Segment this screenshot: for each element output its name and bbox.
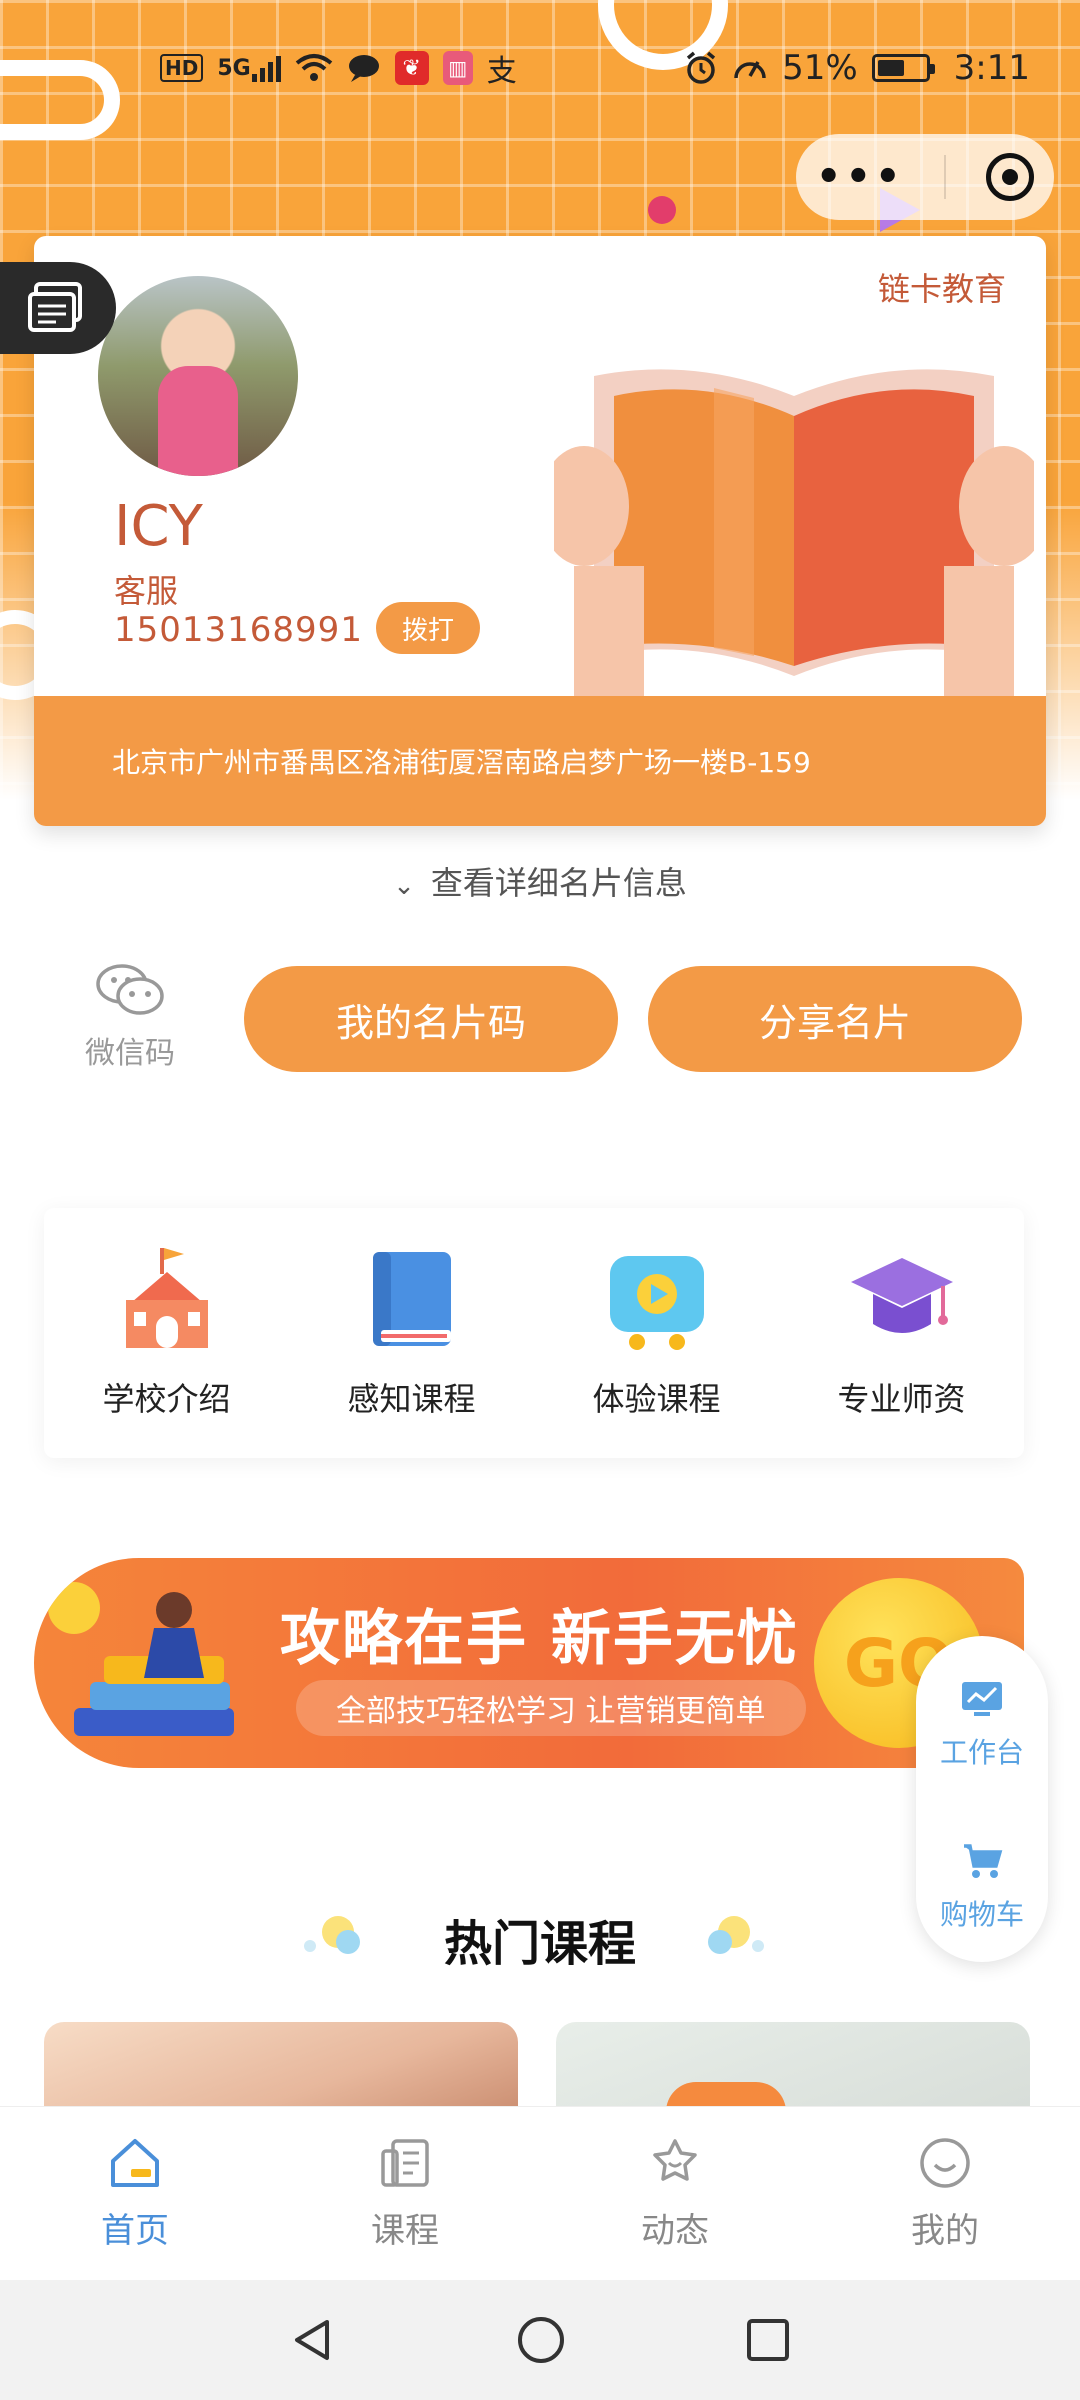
quick-menu-perception-course[interactable]: 感知课程 — [302, 1244, 522, 1420]
quick-menu-label: 体验课程 — [592, 1380, 721, 1418]
tab-courses[interactable]: 课程 — [305, 2135, 505, 2252]
video-play-icon — [609, 1256, 704, 1350]
decorative-dot — [648, 196, 676, 224]
quick-menu: 学校介绍 感知课程 体验课程 专业师资 — [44, 1208, 1024, 1458]
quick-menu-label: 专业师资 — [837, 1380, 966, 1418]
tab-label: 我的 — [911, 2211, 979, 2251]
open-book-illustration — [554, 369, 1034, 696]
share-card-button[interactable]: 分享名片 — [648, 966, 1022, 1072]
banner-title: 攻略在手 新手无忧 — [280, 1604, 799, 1674]
status-right-icons: 51% 3:11 — [684, 48, 1030, 88]
avatar[interactable] — [98, 276, 298, 476]
tab-activity[interactable]: 动态 — [575, 2135, 775, 2252]
quick-menu-trial-course[interactable]: 体验课程 — [547, 1244, 767, 1420]
quick-menu-teachers[interactable]: 专业师资 — [792, 1244, 1012, 1420]
book-icon — [372, 1252, 451, 1346]
wechat-code-button[interactable]: 微信码 — [70, 962, 190, 1072]
course-icon — [381, 2139, 429, 2187]
battery-percent: 51% — [782, 48, 858, 88]
signal-label: 5G — [217, 55, 251, 81]
promo-banner[interactable]: 攻略在手 新手无忧 全部技巧轻松学习 让营销更简单 GO — [34, 1558, 1024, 1768]
card-address: 北京市广州市番禺区洛浦街厦滘南路启梦广场一楼B-159 — [34, 696, 1046, 826]
card-role: 客服 — [114, 572, 179, 610]
more-options-button[interactable]: ••• — [816, 157, 905, 197]
recents-square-icon[interactable] — [745, 2317, 791, 2363]
home-icon — [111, 2139, 159, 2187]
system-nav-bar — [0, 2280, 1080, 2400]
status-time: 3:11 — [953, 48, 1030, 88]
reader-app-icon: ▥ — [442, 51, 473, 85]
capsule-divider — [944, 155, 947, 199]
app-notification-icon: ❦ — [394, 51, 429, 85]
wechat-icon — [96, 964, 164, 1015]
chat-list-icon — [28, 282, 82, 332]
tab-label: 动态 — [641, 2211, 709, 2251]
bottom-tab-bar: 首页 课程 动态 我的 — [0, 2106, 1080, 2280]
tab-label: 课程 — [371, 2211, 439, 2251]
card-brand: 链卡教育 — [877, 270, 1006, 308]
decorative-bubbles-right — [708, 1916, 764, 1954]
tab-mine[interactable]: 我的 — [845, 2135, 1045, 2252]
wechat-code-label: 微信码 — [85, 1036, 175, 1071]
star-bubble-icon — [653, 2139, 697, 2181]
quick-menu-label: 学校介绍 — [102, 1380, 231, 1418]
status-left-icons: HD 5G ❦ ▥ 支 — [160, 46, 517, 90]
side-float-button[interactable] — [0, 262, 116, 354]
alarm-icon — [684, 51, 718, 85]
alipay-icon: 支 — [486, 54, 517, 89]
wifi-icon — [295, 53, 333, 83]
status-bar: HD 5G ❦ ▥ 支 51% 3:11 — [0, 30, 1080, 106]
books-girl-illustration — [48, 1582, 234, 1736]
home-circle-icon[interactable] — [516, 2315, 566, 2365]
smile-icon — [920, 2138, 970, 2188]
signal-bars-icon — [251, 56, 281, 82]
view-more-label: 查看详细名片信息 — [430, 864, 687, 902]
workbench-label: 工作台 — [939, 1736, 1024, 1769]
quick-menu-label: 感知课程 — [347, 1380, 476, 1418]
school-icon — [125, 1248, 208, 1348]
chart-monitor-icon — [962, 1682, 1002, 1716]
workbench-button[interactable]: 工作台 — [916, 1680, 1048, 1771]
card-phone: 15013168991 — [114, 610, 363, 650]
view-card-details-link[interactable]: ⌄ 查看详细名片信息 — [0, 858, 1080, 904]
back-triangle-icon[interactable] — [289, 2316, 337, 2364]
card-name: ICY — [114, 494, 203, 559]
hd-icon: HD — [160, 54, 204, 82]
hot-courses-title: 热门课程 — [443, 1916, 636, 1972]
avatar-figure — [158, 366, 238, 476]
quick-menu-school-intro[interactable]: 学校介绍 — [57, 1244, 277, 1420]
my-card-code-button[interactable]: 我的名片码 — [244, 966, 618, 1072]
chat-bubble-icon — [347, 53, 381, 83]
chevron-down-icon: ⌄ — [393, 871, 415, 901]
miniprogram-capsule: ••• — [796, 134, 1054, 220]
target-icon — [1002, 169, 1019, 185]
cart-icon — [964, 1844, 1003, 1878]
tab-home[interactable]: 首页 — [35, 2135, 235, 2252]
banner-subtitle: 全部技巧轻松学习 让营销更简单 — [296, 1680, 806, 1736]
signal-5g-icon: 5G — [217, 54, 281, 82]
graduation-cap-icon — [850, 1258, 953, 1333]
battery-icon — [871, 54, 935, 82]
tab-label: 首页 — [101, 2211, 169, 2251]
speed-gauge-icon — [732, 52, 768, 84]
close-miniprogram-button[interactable] — [986, 153, 1035, 201]
call-button[interactable]: 拨打 — [376, 602, 480, 654]
business-card: 链卡教育 ICY 客服 15013168991 拨打 北京市广州市番禺区洛浦街厦… — [34, 236, 1046, 826]
